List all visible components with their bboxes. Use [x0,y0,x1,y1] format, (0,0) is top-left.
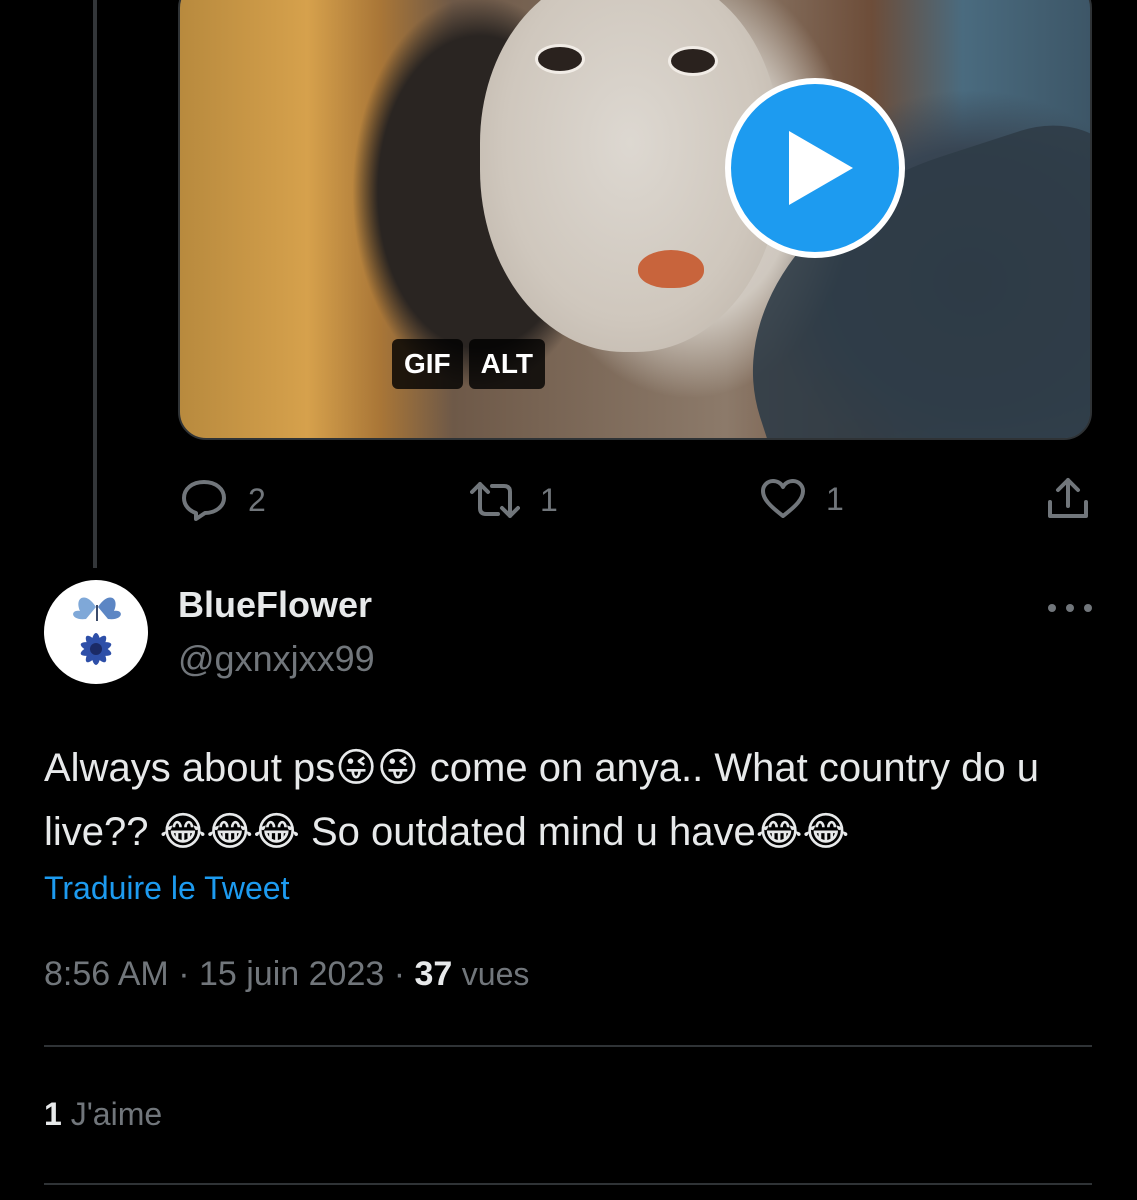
translate-tweet-link[interactable]: Traduire le Tweet [44,870,289,907]
media-figure-mouth [638,250,704,288]
retweet-button[interactable]: 1 [470,478,558,522]
tweet-metadata: 8:56 AM · 15 juin 2023 · 37 vues [44,955,529,994]
play-icon [789,131,853,205]
user-handle[interactable]: @gxnxjxx99 [178,638,375,680]
divider [44,1045,1092,1047]
alt-badge[interactable]: ALT [468,339,546,389]
more-options-button[interactable] [1048,596,1092,620]
tweet-date[interactable]: 15 juin 2023 [199,955,384,993]
more-dot-icon [1048,604,1056,612]
tweet-action-bar: 2 1 1 [0,476,1137,526]
heart-icon [761,479,805,518]
retweet-count: 1 [540,481,558,518]
likes-summary[interactable]: 1 J'aime [44,1096,162,1133]
display-name[interactable]: BlueFlower [178,584,372,626]
divider [44,1183,1092,1185]
reply-count: 2 [248,481,266,518]
retweet-icon [470,482,520,518]
media-badges: GIF ALT [392,339,546,389]
like-count: 1 [826,480,844,517]
gif-badge: GIF [392,339,463,389]
tweet-text: Always about ps😜😜 come on anya.. What co… [44,746,1039,854]
share-button[interactable] [1046,476,1090,522]
likes-label: J'aime [70,1096,163,1132]
tweet-thread: GIF ALT 2 1 1 BlueFlower @gxnxjxx99 Alwa… [0,0,1137,1200]
play-button[interactable] [725,78,905,258]
meta-separator: · [178,955,190,993]
share-icon [1048,478,1088,518]
more-dot-icon [1066,604,1074,612]
meta-separator: · [393,955,406,993]
views-count: 37 [414,955,453,993]
more-dot-icon [1084,604,1092,612]
tweet-time[interactable]: 8:56 AM [44,955,169,993]
avatar[interactable] [44,580,148,684]
reply-icon [182,480,226,521]
like-button[interactable]: 1 [760,478,844,520]
blue-flower-butterfly-icon [73,597,121,665]
media-figure-eye-left [535,44,585,74]
reply-button[interactable]: 2 [180,478,266,522]
gif-media[interactable]: GIF ALT [178,0,1092,440]
views-label: vues [461,956,530,992]
media-figure-eye-right [668,46,718,76]
likes-count: 1 [44,1096,62,1132]
